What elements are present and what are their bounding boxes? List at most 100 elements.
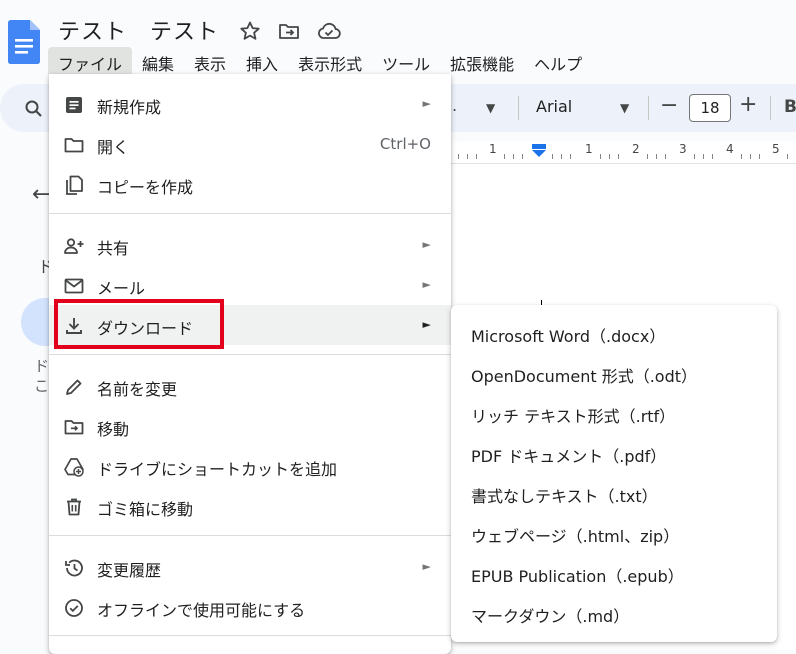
download-docx[interactable]: Microsoft Word（.docx）	[451, 314, 777, 354]
submenu-arrow-icon: ►	[422, 318, 431, 331]
move-folder-icon[interactable]	[277, 19, 301, 43]
submenu-item-label: リッチ テキスト形式（.rtf）	[471, 407, 676, 426]
menu-item-version-history[interactable]: 変更履歴 ►	[49, 547, 451, 587]
submenu-arrow-icon: ►	[422, 278, 431, 291]
menu-item-label: 名前を変更	[97, 380, 178, 399]
menu-item-offline[interactable]: オフラインで使用可能にする	[49, 587, 451, 627]
download-pdf[interactable]: PDF ドキュメント（.pdf）	[451, 434, 777, 474]
ruler-tick	[665, 154, 666, 159]
menu-item-open[interactable]: 開く Ctrl+O	[49, 124, 451, 164]
document-icon	[63, 94, 85, 116]
document-title[interactable]: テスト テスト	[58, 14, 219, 46]
download-txt[interactable]: 書式なしテキスト（.txt）	[451, 474, 777, 514]
ruler-tick	[618, 154, 619, 159]
ruler-number: 1	[585, 142, 593, 156]
folder-icon	[63, 134, 85, 156]
style-dropdown-caret-icon[interactable]: ▼	[486, 101, 495, 115]
ruler-tick	[759, 154, 760, 159]
download-epub[interactable]: EPUB Publication（.epub）	[451, 554, 777, 594]
move-folder-icon	[63, 416, 85, 438]
submenu-arrow-icon: ►	[422, 238, 431, 251]
back-arrow-icon[interactable]: ←	[32, 182, 50, 207]
bold-button[interactable]: B	[784, 97, 796, 117]
submenu-item-label: ウェブページ（.html、zip）	[471, 527, 680, 546]
font-size-input[interactable]: 18	[689, 94, 731, 122]
ruler-number: 5	[772, 142, 780, 156]
submenu-item-label: 書式なしテキスト（.txt）	[471, 487, 658, 506]
menu-format[interactable]: 表示形式	[288, 47, 372, 75]
search-menus-icon[interactable]	[24, 99, 44, 119]
add-person-icon	[63, 235, 85, 257]
menu-file[interactable]: ファイル	[48, 47, 133, 75]
menu-extensions[interactable]: 拡張機能	[440, 47, 524, 75]
menu-tools[interactable]: ツール	[372, 47, 440, 75]
ruler-tick	[741, 154, 742, 159]
style-dropdown-text[interactable]: .	[452, 96, 457, 115]
ruler-tick	[476, 154, 477, 159]
menu-item-label: 移動	[97, 420, 130, 439]
ruler-tick	[647, 154, 648, 159]
ruler-tick	[712, 154, 713, 159]
download-rtf[interactable]: リッチ テキスト形式（.rtf）	[451, 394, 777, 434]
menu-edit[interactable]: 編集	[132, 47, 184, 75]
download-markdown[interactable]: マークダウン（.md）	[451, 594, 777, 634]
ruler-tick	[750, 154, 751, 159]
ruler-number: 3	[679, 142, 687, 156]
history-icon	[63, 557, 85, 579]
ruler-tick	[600, 154, 601, 159]
menu-item-new[interactable]: 新規作成 ►	[49, 84, 451, 124]
menu-item-label: 共有	[97, 239, 130, 258]
font-dropdown-caret-icon[interactable]: ▼	[620, 101, 629, 115]
ruler-tick	[703, 154, 704, 159]
menu-item-move[interactable]: 移動	[49, 406, 451, 446]
menu-divider	[49, 354, 451, 355]
menu-item-make-copy[interactable]: コピーを作成	[49, 164, 451, 204]
submenu-arrow-icon: ►	[422, 560, 431, 573]
increase-font-size-button[interactable]: +	[739, 92, 757, 117]
ruler-tick	[787, 154, 788, 159]
docs-logo-icon[interactable]	[8, 20, 40, 64]
decrease-font-size-button[interactable]: −	[660, 93, 678, 118]
font-dropdown[interactable]: Arial	[536, 97, 572, 116]
menu-item-share[interactable]: 共有 ►	[49, 225, 451, 265]
menu-view[interactable]: 表示	[184, 47, 236, 75]
outline-note-line: ド	[34, 357, 50, 375]
outline-note-line: こ	[34, 377, 50, 395]
submenu-item-label: OpenDocument 形式（.odt）	[471, 367, 698, 386]
drive-shortcut-icon	[63, 456, 85, 478]
menu-divider	[49, 213, 451, 214]
ruler-tick	[522, 154, 523, 159]
menu-item-shortcut: Ctrl+O	[379, 135, 431, 153]
ruler-tick	[504, 154, 505, 159]
download-odt[interactable]: OpenDocument 形式（.odt）	[451, 354, 777, 394]
toolbar-divider	[518, 96, 519, 120]
cloud-saved-icon[interactable]	[316, 19, 341, 43]
toolbar-divider	[648, 96, 649, 120]
menu-item-label: コピーを作成	[97, 178, 194, 197]
ruler-tick	[694, 154, 695, 159]
pencil-icon	[63, 376, 85, 398]
star-icon[interactable]	[238, 19, 262, 43]
ruler-tick	[513, 154, 514, 159]
highlight-annotation	[54, 299, 224, 349]
menu-item-add-shortcut[interactable]: ドライブにショートカットを追加	[49, 446, 451, 486]
download-html-zip[interactable]: ウェブページ（.html、zip）	[451, 514, 777, 554]
ruler[interactable]	[450, 141, 796, 164]
menu-item-label: 変更履歴	[97, 561, 162, 580]
indent-marker-icon[interactable]	[531, 144, 547, 160]
submenu-arrow-icon: ►	[422, 97, 431, 110]
ruler-tick	[552, 154, 553, 159]
menu-item-label: 新規作成	[97, 98, 162, 117]
outline-note: ド こ	[34, 356, 49, 396]
menu-item-label: ゴミ箱に移動	[97, 500, 194, 519]
trash-icon	[63, 496, 85, 518]
menu-item-trash[interactable]: ゴミ箱に移動	[49, 486, 451, 526]
submenu-item-label: マークダウン（.md）	[471, 607, 630, 626]
menu-item-rename[interactable]: 名前を変更	[49, 366, 451, 406]
menu-insert[interactable]: 挿入	[236, 47, 288, 75]
menu-item-label: オフラインで使用可能にする	[97, 601, 306, 620]
menu-help[interactable]: ヘルプ	[524, 47, 592, 75]
menu-bar: ファイル 編集 表示 挿入 表示形式 ツール 拡張機能 ヘルプ	[48, 47, 592, 75]
ruler-number: 2	[632, 142, 640, 156]
menu-item-label: ドライブにショートカットを追加	[97, 460, 338, 479]
